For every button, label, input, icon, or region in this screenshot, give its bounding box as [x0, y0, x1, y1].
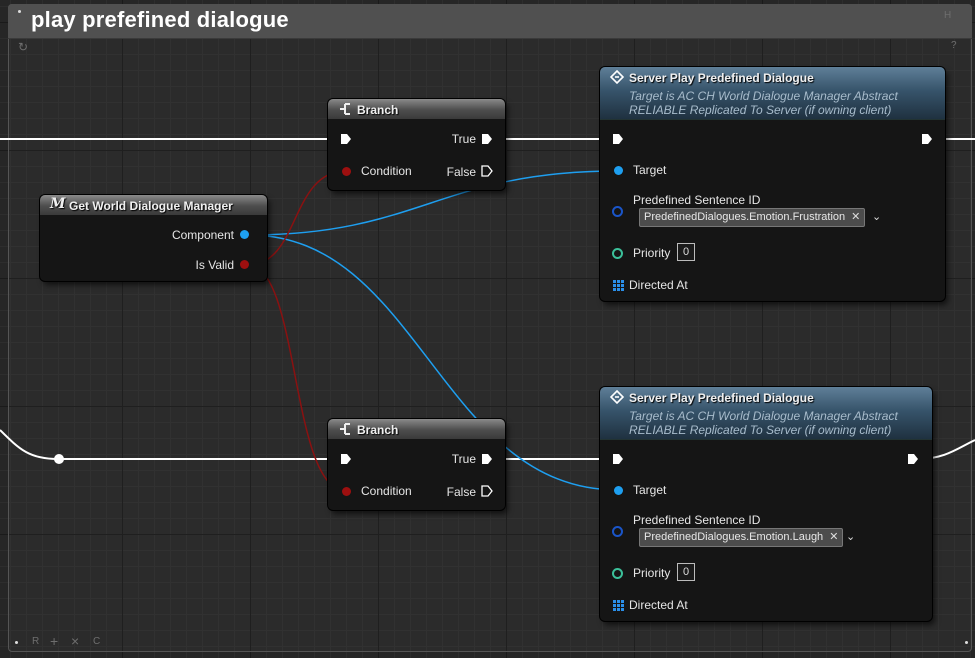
exec-out-pin[interactable] [921, 133, 933, 145]
priority-input[interactable]: 0 [677, 563, 695, 581]
node-subtitle-target: Target is AC CH World Dialogue Manager A… [629, 409, 898, 423]
false-exec-pin[interactable] [481, 165, 493, 177]
node-title: Server Play Predefined Dialogue [629, 391, 814, 405]
node-title: Branch [357, 103, 399, 117]
component-pin-label: Component [171, 228, 234, 242]
is-valid-pin[interactable] [240, 260, 249, 269]
branch-icon [340, 103, 350, 115]
branch-node-top[interactable]: Branch True Condition False [328, 99, 505, 190]
true-pin-label: True [451, 452, 476, 466]
array-pin-icon[interactable] [613, 280, 624, 291]
target-pin[interactable] [614, 166, 623, 175]
target-pin[interactable] [614, 486, 623, 495]
target-pin-label: Target [633, 483, 667, 497]
condition-pin-label: Condition [361, 164, 412, 178]
condition-pin[interactable] [342, 167, 351, 176]
true-pin-label: True [451, 132, 476, 146]
exec-in-pin[interactable] [612, 133, 624, 145]
false-exec-pin[interactable] [481, 485, 493, 497]
function-icon [610, 70, 624, 84]
server-play-predefined-dialogue-node-top[interactable]: Server Play Predefined Dialogue Target i… [600, 67, 945, 301]
predefined-sentence-pin[interactable] [612, 206, 623, 217]
node-title: Get World Dialogue Manager [69, 199, 233, 213]
clear-tag-icon[interactable]: ✕ [851, 211, 860, 223]
node-subtitle-target: Target is AC CH World Dialogue Manager A… [629, 89, 898, 103]
priority-label: Priority [633, 566, 671, 580]
predefined-sentence-label: Predefined Sentence ID [633, 193, 761, 207]
macro-icon: M [50, 196, 66, 212]
node-subtitle-replication: RELIABLE Replicated To Server (if owning… [629, 103, 892, 117]
priority-pin[interactable] [612, 568, 623, 579]
predefined-sentence-label: Predefined Sentence ID [633, 513, 761, 527]
priority-pin[interactable] [612, 248, 623, 259]
predefined-sentence-text: PredefinedDialogues.Emotion.Laugh [644, 531, 824, 543]
is-valid-pin-label: Is Valid [195, 258, 234, 272]
priority-label: Priority [633, 246, 671, 260]
node-header[interactable] [328, 419, 505, 439]
exec-in-pin[interactable] [340, 133, 352, 145]
chevron-down-icon[interactable]: ⌄ [846, 530, 855, 543]
predefined-sentence-value[interactable]: PredefinedDialogues.Emotion.Frustration ✕ [639, 208, 866, 227]
function-icon [610, 390, 624, 404]
branch-node-bottom[interactable]: Branch True Condition False [328, 419, 505, 510]
node-title: Server Play Predefined Dialogue [629, 71, 814, 85]
reroute-knot[interactable] [54, 454, 64, 464]
exec-in-pin[interactable] [612, 453, 624, 465]
condition-pin-label: Condition [361, 484, 412, 498]
false-pin-label: False [446, 485, 476, 499]
predefined-sentence-value[interactable]: PredefinedDialogues.Emotion.Laugh ✕ [639, 528, 844, 547]
true-exec-pin[interactable] [481, 133, 493, 145]
true-exec-pin[interactable] [481, 453, 493, 465]
exec-wire-in-bottom[interactable] [0, 429, 341, 460]
node-subtitle-replication: RELIABLE Replicated To Server (if owning… [629, 423, 892, 437]
clear-tag-icon[interactable]: ✕ [829, 531, 838, 543]
false-pin-label: False [446, 165, 476, 179]
priority-input[interactable]: 0 [677, 243, 695, 261]
server-play-predefined-dialogue-node-bottom[interactable]: Server Play Predefined Dialogue Target i… [600, 387, 932, 621]
node-title: Branch [357, 423, 399, 437]
get-world-dialogue-manager-node[interactable]: M Get World Dialogue Manager Component I… [40, 195, 267, 281]
chevron-down-icon[interactable]: ⌄ [872, 210, 881, 223]
array-pin-icon[interactable] [613, 600, 624, 611]
predefined-sentence-text: PredefinedDialogues.Emotion.Frustration [644, 211, 846, 223]
target-pin-label: Target [633, 163, 667, 177]
exec-out-pin[interactable] [907, 453, 919, 465]
predefined-sentence-pin[interactable] [612, 526, 623, 537]
exec-in-pin[interactable] [340, 453, 352, 465]
node-header[interactable] [328, 99, 505, 119]
component-pin[interactable] [240, 230, 249, 239]
condition-pin[interactable] [342, 487, 351, 496]
branch-icon [340, 423, 350, 435]
directed-at-label: Directed At [629, 278, 688, 292]
directed-at-label: Directed At [629, 598, 688, 612]
